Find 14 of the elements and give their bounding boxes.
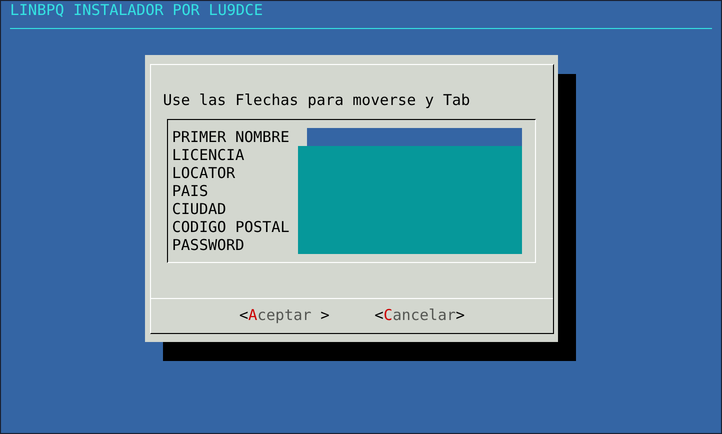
dialog-button[interactable]: <Cancelar>: [374, 306, 465, 324]
input-field[interactable]: [298, 146, 522, 164]
input-field[interactable]: [307, 128, 522, 146]
input-field[interactable]: [298, 236, 522, 254]
field-label: LICENCIA: [172, 146, 246, 164]
prompt-text: Use las Flechas para moverse y Tab: [163, 91, 472, 109]
field-label: CODIGO POSTAL: [172, 218, 290, 236]
field-label: PRIMER NOMBRE: [172, 128, 290, 146]
back-title: LINBPQ INSTALADOR POR LU9DCE: [10, 1, 264, 19]
dialog-button[interactable]: <Aceptar >: [239, 306, 330, 324]
field-label: CIUDAD: [172, 200, 228, 218]
field-label: PAIS: [172, 182, 210, 200]
field-label: PASSWORD: [172, 236, 246, 254]
field-label: LOCATOR: [172, 164, 236, 182]
